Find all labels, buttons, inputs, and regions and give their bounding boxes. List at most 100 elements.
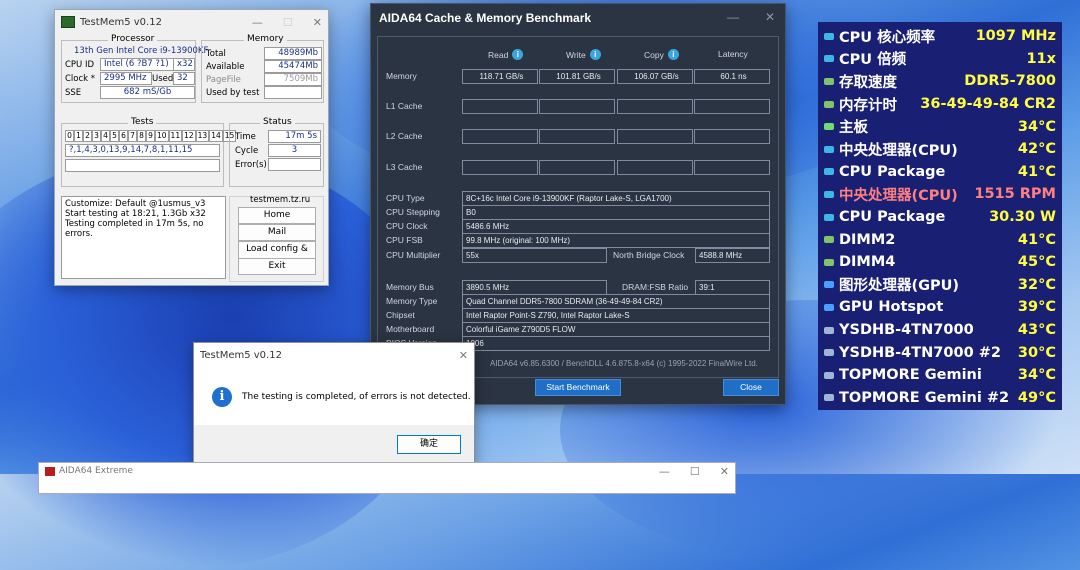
bios-value: 1006 — [462, 336, 770, 351]
sse-value: 682 mS/Gb — [100, 86, 195, 99]
info-icon[interactable]: i — [667, 49, 679, 60]
l3-read — [462, 160, 538, 175]
osd-row: CPU Package 30.30 W — [824, 206, 1056, 229]
osd-value: 49°C — [1017, 389, 1056, 406]
aida64-extreme-window: AIDA64 Extreme — ☐ ✕ — [38, 462, 736, 494]
cpu-multiplier-value: 55x — [462, 248, 607, 263]
l1-read — [462, 99, 538, 114]
close-icon[interactable]: ✕ — [459, 349, 468, 362]
aida-title[interactable]: AIDA64 Cache & Memory Benchmark — [371, 4, 785, 32]
minimize-icon[interactable]: — — [252, 16, 263, 29]
maximize-icon[interactable]: ☐ — [283, 16, 293, 29]
testmem-title: TestMem5 v0.12 — [80, 16, 162, 28]
info-icon: i — [212, 387, 232, 407]
close-button[interactable]: Close — [723, 379, 779, 396]
test-number: 12 — [182, 130, 196, 142]
cpu-fsb-value: 99.8 MHz (original: 100 MHz) — [462, 233, 770, 248]
start-benchmark-button[interactable]: Start Benchmark — [535, 379, 621, 396]
info-icon[interactable]: i — [589, 49, 601, 60]
test-number: 6 — [119, 130, 128, 142]
memory-type-label: Memory Type — [386, 296, 438, 306]
osd-label: DIMM2 — [839, 231, 896, 248]
test-progress — [65, 159, 220, 172]
cpu-icon — [824, 168, 834, 176]
osd-row: 图形处理器(GPU) 32°C — [824, 274, 1056, 297]
log-area: Customize: Default @1usmus_v3 Start test… — [61, 196, 226, 279]
motherboard-value: Colorful iGame Z790D5 FLOW — [462, 322, 770, 337]
sse-label: SSE — [65, 88, 82, 98]
info-icon[interactable]: i — [512, 49, 524, 60]
maximize-icon[interactable]: ☐ — [690, 465, 700, 478]
test-number: 1 — [74, 130, 83, 142]
osd-label: CPU Package — [839, 163, 946, 180]
dialog-controls: ✕ — [459, 349, 468, 362]
errors-value — [268, 158, 321, 171]
osd-value: 30°C — [1017, 344, 1056, 361]
test-number: 14 — [209, 130, 223, 142]
completion-dialog: TestMem5 v0.12 ✕ i The testing is comple… — [193, 342, 475, 466]
used-value: 32 — [173, 72, 195, 85]
col-latency: Latency — [718, 49, 748, 59]
memory-latency: 60.1 ns — [694, 69, 770, 84]
memory-icon — [824, 100, 834, 108]
test-number: 11 — [168, 130, 183, 142]
sensor-osd-panel: CPU 核心频率 1097 MHz CPU 倍频 11x 存取速度 DDR5-7800 内存… — [818, 22, 1062, 410]
memory-icon — [824, 258, 834, 266]
status-header: Status — [260, 117, 295, 127]
window-controls: — ☐ ✕ — [252, 16, 322, 29]
l3-write — [539, 160, 615, 175]
dialog-message: The testing is completed, of errors is n… — [242, 392, 471, 402]
col-latency-label: Latency — [718, 49, 748, 59]
close-icon[interactable]: ✕ — [765, 10, 775, 24]
close-icon[interactable]: ✕ — [720, 465, 729, 478]
osd-label: 中央处理器(CPU) — [839, 142, 958, 159]
ok-button[interactable]: 确定 — [397, 435, 461, 454]
osd-label: TOPMORE Gemini — [839, 367, 982, 384]
osd-value: 1097 MHz — [975, 28, 1056, 45]
memory-bus-label: Memory Bus — [386, 282, 434, 292]
test-sequence: ?,1,4,3,0,13,9,14,7,8,1,11,15 — [65, 144, 220, 157]
osd-value: 36-49-49-84 CR2 — [920, 96, 1056, 113]
row-l1-label: L1 Cache — [386, 101, 423, 111]
close-icon[interactable]: ✕ — [313, 16, 322, 29]
osd-value: DDR5-7800 — [964, 73, 1056, 90]
testmem-titlebar[interactable]: TestMem5 v0.12 — ☐ ✕ — [55, 10, 328, 34]
processor-header: Processor — [108, 34, 158, 44]
log-line: Customize: Default @1usmus_v3 — [65, 199, 206, 209]
osd-label: CPU Package — [839, 209, 946, 226]
col-read: Read i — [488, 49, 524, 60]
log-line: Testing completed in 17m 5s, no errors. — [65, 219, 204, 239]
mail-button[interactable]: Mail — [238, 224, 316, 241]
osd-row: 中央处理器(CPU) 42°C — [824, 138, 1056, 161]
memory-write: 101.81 GB/s — [539, 69, 615, 84]
test-number-strip: 0 1 2 3 4 5 6 7 8 9 10 11 12 13 14 15 — [65, 130, 237, 142]
log-line: Start testing at 18:21, 1.3Gb x32 — [65, 209, 206, 219]
dialog-footer: 确定 — [194, 425, 474, 465]
cpu-icon — [824, 190, 834, 198]
test-number: 2 — [83, 130, 92, 142]
processor-group: Processor 13th Gen Intel Core i9-13900KF… — [61, 34, 208, 103]
l2-copy — [617, 129, 693, 144]
osd-label: DIMM4 — [839, 254, 896, 271]
exit-button[interactable]: Exit — [238, 258, 316, 275]
osd-value: 42°C — [1017, 141, 1056, 158]
test-number: 3 — [92, 130, 101, 142]
cpu-id-value: Intel (6 ?B7 ?1) — [100, 58, 176, 71]
home-button[interactable]: Home — [238, 207, 316, 224]
gpu-icon — [824, 303, 834, 311]
available-label: Available — [206, 62, 245, 72]
test-number: 0 — [65, 130, 74, 142]
minimize-icon[interactable]: — — [659, 465, 670, 478]
col-copy: Copy i — [644, 49, 679, 60]
osd-label: 图形处理器(GPU) — [839, 278, 960, 295]
dialog-titlebar[interactable]: TestMem5 v0.12 ✕ — [194, 343, 474, 367]
aida64-extreme-titlebar[interactable]: AIDA64 Extreme — ☐ ✕ — [39, 463, 735, 479]
test-number: 9 — [146, 130, 155, 142]
cpu-fsb-label: CPU FSB — [386, 235, 423, 245]
l3-latency — [694, 160, 770, 175]
minimize-icon[interactable]: — — [727, 10, 739, 24]
memory-copy: 106.07 GB/s — [617, 69, 693, 84]
aida64-extreme-title: AIDA64 Extreme — [59, 466, 133, 476]
threads-value: x32 — [173, 58, 195, 71]
osd-value: 45°C — [1017, 254, 1056, 271]
